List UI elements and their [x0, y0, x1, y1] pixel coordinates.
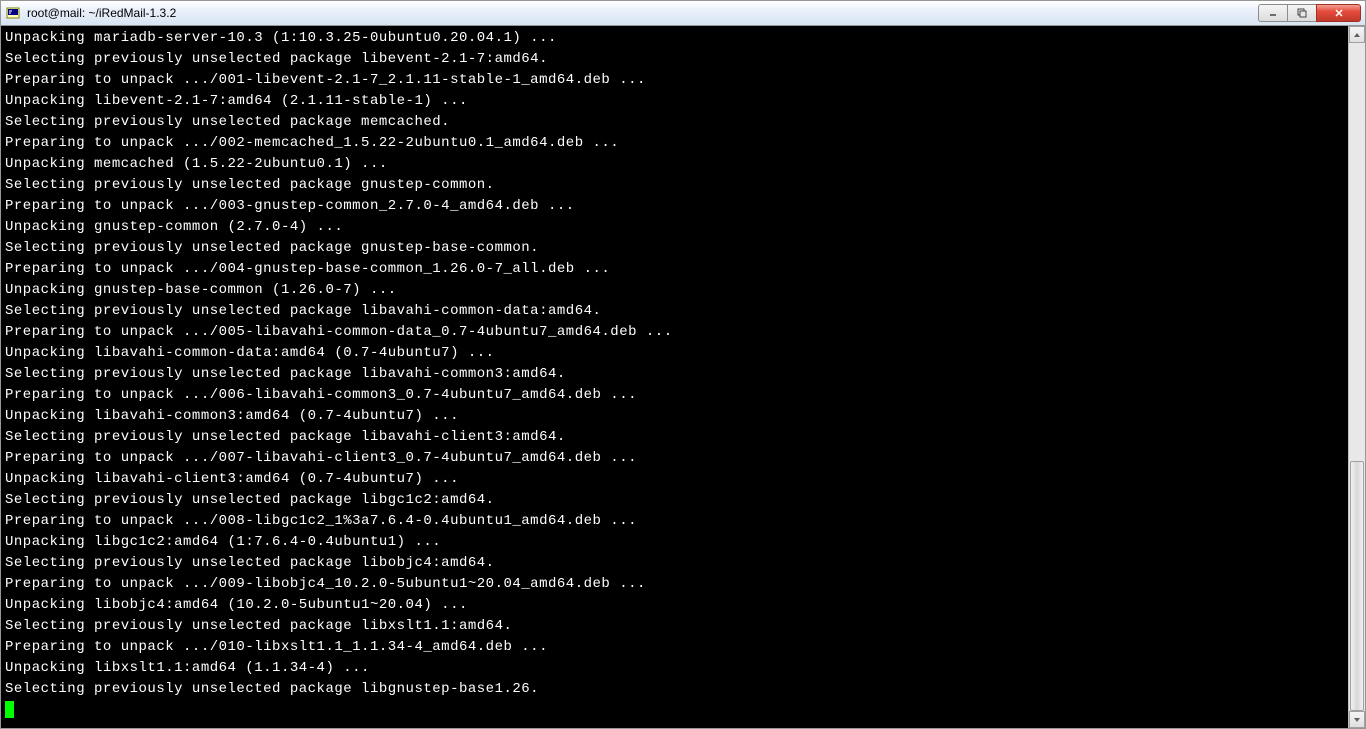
- terminal-line: Unpacking gnustep-base-common (1.26.0-7)…: [5, 280, 1344, 301]
- terminal-line: Preparing to unpack .../005-libavahi-com…: [5, 322, 1344, 343]
- terminal-line: Preparing to unpack .../004-gnustep-base…: [5, 259, 1344, 280]
- scrollbar-track[interactable]: [1349, 43, 1365, 711]
- terminal-line: Selecting previously unselected package …: [5, 364, 1344, 385]
- terminal-line: Selecting previously unselected package …: [5, 679, 1344, 700]
- terminal-window: root@mail: ~/iRedMail-1.3.2 Unpacking ma…: [0, 0, 1366, 729]
- terminal-line: Selecting previously unselected package …: [5, 490, 1344, 511]
- terminal-output[interactable]: Unpacking mariadb-server-10.3 (1:10.3.25…: [1, 26, 1348, 728]
- scrollbar-up-button[interactable]: [1349, 26, 1365, 43]
- terminal-line: Preparing to unpack .../007-libavahi-cli…: [5, 448, 1344, 469]
- terminal-line: Unpacking mariadb-server-10.3 (1:10.3.25…: [5, 28, 1344, 49]
- terminal-line: Preparing to unpack .../002-memcached_1.…: [5, 133, 1344, 154]
- terminal-line: Preparing to unpack .../003-gnustep-comm…: [5, 196, 1344, 217]
- terminal-line: Unpacking libavahi-common-data:amd64 (0.…: [5, 343, 1344, 364]
- terminal-line: Selecting previously unselected package …: [5, 112, 1344, 133]
- terminal-line: Selecting previously unselected package …: [5, 301, 1344, 322]
- terminal-line: Preparing to unpack .../001-libevent-2.1…: [5, 70, 1344, 91]
- terminal-line: Preparing to unpack .../006-libavahi-com…: [5, 385, 1344, 406]
- terminal-line: Unpacking libevent-2.1-7:amd64 (2.1.11-s…: [5, 91, 1344, 112]
- terminal-line: Unpacking libobjc4:amd64 (10.2.0-5ubuntu…: [5, 595, 1344, 616]
- putty-icon: [5, 5, 21, 21]
- terminal-line: Unpacking libavahi-client3:amd64 (0.7-4u…: [5, 469, 1344, 490]
- terminal-line: Preparing to unpack .../010-libxslt1.1_1…: [5, 637, 1344, 658]
- scrollbar-thumb[interactable]: [1350, 461, 1364, 711]
- terminal-line: Selecting previously unselected package …: [5, 175, 1344, 196]
- terminal-line: Selecting previously unselected package …: [5, 427, 1344, 448]
- minimize-button[interactable]: [1258, 4, 1288, 22]
- window-controls: [1259, 4, 1361, 22]
- scrollbar-down-button[interactable]: [1349, 711, 1365, 728]
- terminal-line: Unpacking libavahi-common3:amd64 (0.7-4u…: [5, 406, 1344, 427]
- terminal-line: Unpacking memcached (1.5.22-2ubuntu0.1) …: [5, 154, 1344, 175]
- maximize-button[interactable]: [1287, 4, 1317, 22]
- terminal-line: Selecting previously unselected package …: [5, 553, 1344, 574]
- terminal-cursor-line: [5, 700, 1344, 721]
- window-title: root@mail: ~/iRedMail-1.3.2: [27, 6, 1259, 20]
- terminal-line: Selecting previously unselected package …: [5, 238, 1344, 259]
- close-button[interactable]: [1316, 4, 1361, 22]
- terminal-line: Unpacking libgc1c2:amd64 (1:7.6.4-0.4ubu…: [5, 532, 1344, 553]
- terminal-line: Preparing to unpack .../009-libobjc4_10.…: [5, 574, 1344, 595]
- terminal-line: Unpacking libxslt1.1:amd64 (1.1.34-4) ..…: [5, 658, 1344, 679]
- terminal-line: Selecting previously unselected package …: [5, 49, 1344, 70]
- terminal-container: Unpacking mariadb-server-10.3 (1:10.3.25…: [1, 26, 1365, 728]
- vertical-scrollbar[interactable]: [1348, 26, 1365, 728]
- terminal-cursor: [5, 701, 14, 718]
- terminal-line: Unpacking gnustep-common (2.7.0-4) ...: [5, 217, 1344, 238]
- terminal-line: Preparing to unpack .../008-libgc1c2_1%3…: [5, 511, 1344, 532]
- titlebar[interactable]: root@mail: ~/iRedMail-1.3.2: [1, 1, 1365, 26]
- terminal-line: Selecting previously unselected package …: [5, 616, 1344, 637]
